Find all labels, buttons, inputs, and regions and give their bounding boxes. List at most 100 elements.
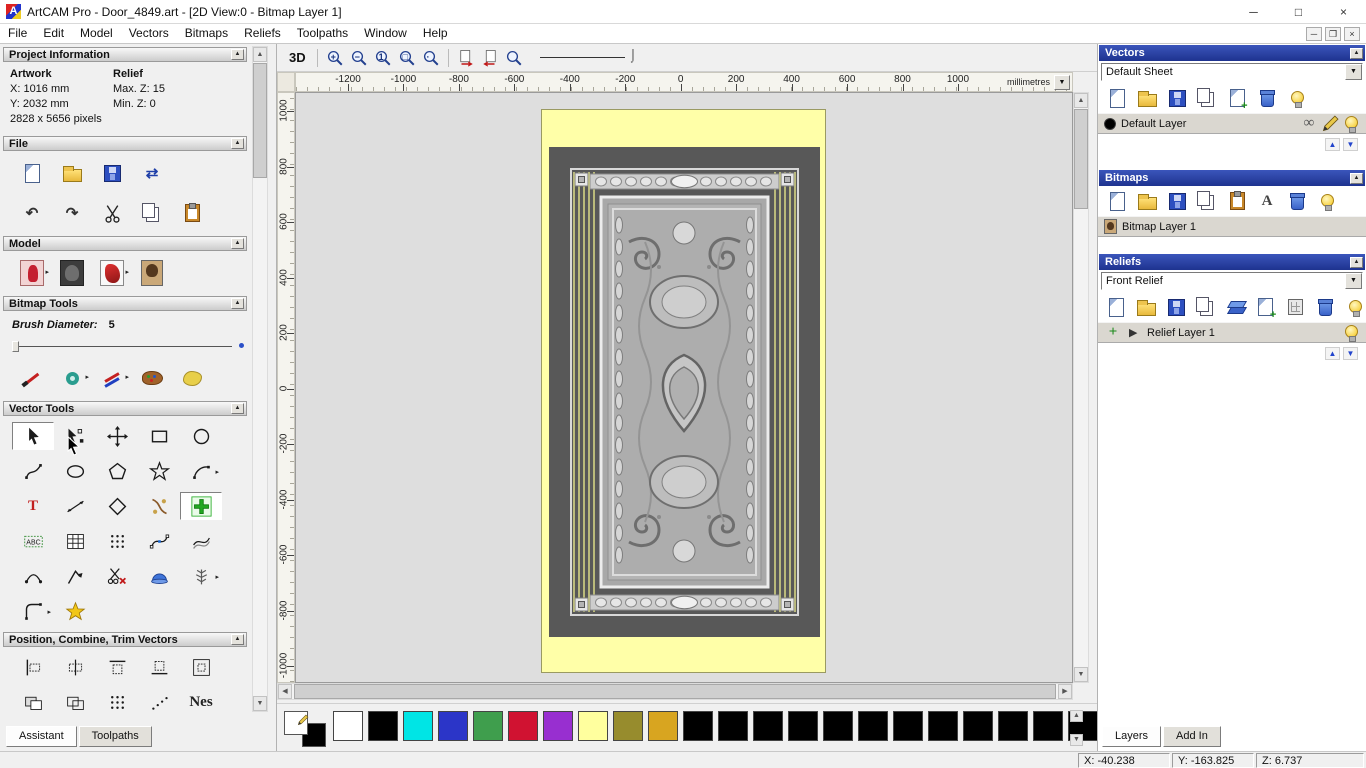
relief-select-combo[interactable]: Front Relief ▼ — [1101, 272, 1363, 290]
align-top-tool-button[interactable] — [96, 653, 138, 681]
maximize-button[interactable]: □ — [1276, 0, 1321, 23]
zoom-out-button[interactable]: − — [347, 46, 371, 70]
fillet-tool-button[interactable] — [12, 597, 54, 625]
new-vector-sheet-button[interactable] — [1106, 87, 1128, 109]
close-button[interactable]: × — [1321, 0, 1366, 23]
layer-colour-swatch[interactable] — [1104, 117, 1116, 130]
open-relief-button[interactable] — [1136, 296, 1158, 318]
create-star-button[interactable] — [138, 457, 180, 485]
canvas-scroll-up-button[interactable]: ▲ — [1074, 93, 1088, 108]
zoom-100-button[interactable]: 1 — [371, 46, 395, 70]
zoom-info-button[interactable] — [502, 46, 526, 70]
collapse-reliefs-button[interactable]: ▲ — [1350, 256, 1363, 268]
menu-model[interactable]: Model — [72, 24, 121, 43]
palette-swatch-8[interactable] — [613, 711, 643, 741]
palette-swatch-18[interactable] — [963, 711, 993, 741]
palette-scroll-down-button[interactable]: ▼ — [1070, 734, 1083, 746]
calculate-relief-button[interactable] — [1285, 296, 1307, 318]
toggle-reliefs-visibility-button[interactable] — [1344, 296, 1366, 318]
save-vectors-button[interactable] — [1166, 87, 1188, 109]
paste-bitmap-button[interactable] — [1226, 190, 1248, 212]
sheet-select-combo[interactable]: Default Sheet ▼ — [1101, 63, 1363, 81]
toggle-bitmaps-visibility-button[interactable] — [1316, 190, 1338, 212]
palette-swatch-3[interactable] — [438, 711, 468, 741]
sheet-dropdown-button[interactable]: ▼ — [1345, 64, 1362, 80]
layer-visibility-button[interactable] — [1342, 115, 1360, 133]
fit-arcs-button[interactable] — [138, 527, 180, 555]
copy-button[interactable] — [132, 197, 172, 229]
palette-swatch-7[interactable] — [578, 711, 608, 741]
current-colour-indicator[interactable] — [284, 711, 326, 747]
move-relief-down-button[interactable]: ▼ — [1343, 347, 1358, 360]
invert-model-button[interactable] — [12, 257, 52, 289]
paste-array-button[interactable] — [96, 527, 138, 555]
menu-toolpaths[interactable]: Toolpaths — [289, 24, 356, 43]
drawing-canvas[interactable] — [295, 92, 1073, 683]
open-bitmap-button[interactable] — [1136, 190, 1158, 212]
palette-swatch-13[interactable] — [788, 711, 818, 741]
scatter-dots-tool-button[interactable] — [96, 688, 138, 716]
arc-segment-button[interactable] — [12, 562, 54, 590]
bitmap-grid-button[interactable] — [54, 527, 96, 555]
palette-scroll-up-button[interactable]: ▲ — [1070, 710, 1083, 722]
wrap-star-button[interactable] — [54, 597, 96, 625]
create-rectangle-button[interactable] — [138, 422, 180, 450]
create-circle-button[interactable] — [54, 457, 96, 485]
scroll-up-button[interactable]: ▲ — [253, 47, 267, 62]
palette-swatch-12[interactable] — [753, 711, 783, 741]
paste-vectors-button[interactable] — [1226, 87, 1248, 112]
paint-brush-button[interactable] — [12, 362, 52, 394]
new-model-button[interactable] — [12, 157, 52, 189]
cut-button[interactable] — [92, 197, 132, 229]
new-bitmap-layer-button[interactable] — [1106, 190, 1128, 212]
ruler-units-dropdown[interactable]: ▼ — [1054, 75, 1070, 90]
palette-swatch-9[interactable] — [648, 711, 678, 741]
view-3d-button[interactable]: 3D — [283, 47, 312, 68]
assistant-panel-scrollbar[interactable]: ▲ ▼ — [252, 46, 268, 712]
scatter-diag-tool-button[interactable] — [138, 688, 180, 716]
open-vectors-button[interactable] — [1136, 87, 1158, 109]
collapse-vector-tools-button[interactable]: ▲ — [231, 403, 244, 414]
zoom-in-button[interactable]: + — [323, 46, 347, 70]
palette-swatch-17[interactable] — [928, 711, 958, 741]
import-model-button[interactable]: ⇄ — [132, 157, 172, 189]
palette-swatch-4[interactable] — [473, 711, 503, 741]
canvas-vertical-scrollbar[interactable]: ▲ ▼ — [1073, 92, 1089, 683]
relief-stack-button[interactable] — [1225, 296, 1247, 318]
palette-swatch-10[interactable] — [683, 711, 713, 741]
zoom-selection-button[interactable]: ∙ — [419, 46, 443, 70]
move-layer-up-button[interactable]: ▲ — [1325, 138, 1340, 151]
collapse-bitmap-tools-button[interactable]: ▲ — [231, 298, 244, 309]
canvas-hscroll-thumb[interactable] — [294, 684, 1056, 699]
relief-layer-row[interactable]: + ▸ Relief Layer 1 — [1098, 322, 1366, 343]
combine-union-tool-button[interactable] — [12, 688, 54, 716]
copy-bitmap-button[interactable] — [1196, 190, 1218, 212]
copy-vectors-button[interactable] — [1196, 87, 1218, 109]
tab-layers[interactable]: Layers — [1102, 726, 1162, 747]
tab-assistant[interactable]: Assistant — [6, 726, 77, 747]
save-relief-button[interactable] — [1166, 296, 1188, 318]
menu-file[interactable]: File — [0, 24, 35, 43]
measure-tool-button[interactable] — [54, 492, 96, 520]
undo-button[interactable]: ↶ — [12, 197, 52, 229]
text-block-button[interactable] — [12, 527, 54, 555]
vector-layer-row[interactable]: Default Layer ∞ — [1098, 113, 1366, 134]
snap-page-right-button[interactable] — [478, 46, 502, 70]
palette-swatch-6[interactable] — [543, 711, 573, 741]
smoothing-line-widget[interactable] — [539, 48, 637, 62]
greyscale-bitmap-button[interactable]: A — [1256, 190, 1278, 212]
new-relief-layer-button[interactable] — [1106, 296, 1128, 318]
select-vectors-button[interactable] — [12, 422, 54, 450]
align-bottom-tool-button[interactable] — [138, 653, 180, 681]
palette-swatch-20[interactable] — [1033, 711, 1063, 741]
palette-swatch-16[interactable] — [893, 711, 923, 741]
align-box-tool-button[interactable] — [180, 653, 222, 681]
palette-swatch-1[interactable] — [368, 711, 398, 741]
move-layer-down-button[interactable]: ▼ — [1343, 138, 1358, 151]
pencil-pair-button[interactable] — [92, 362, 132, 394]
collapse-position-button[interactable]: ▲ — [231, 634, 244, 645]
join-polyline-button[interactable] — [54, 562, 96, 590]
create-polyline-button[interactable] — [12, 457, 54, 485]
blend-curves-button[interactable] — [180, 527, 222, 555]
colour-palette-button[interactable] — [132, 362, 172, 394]
